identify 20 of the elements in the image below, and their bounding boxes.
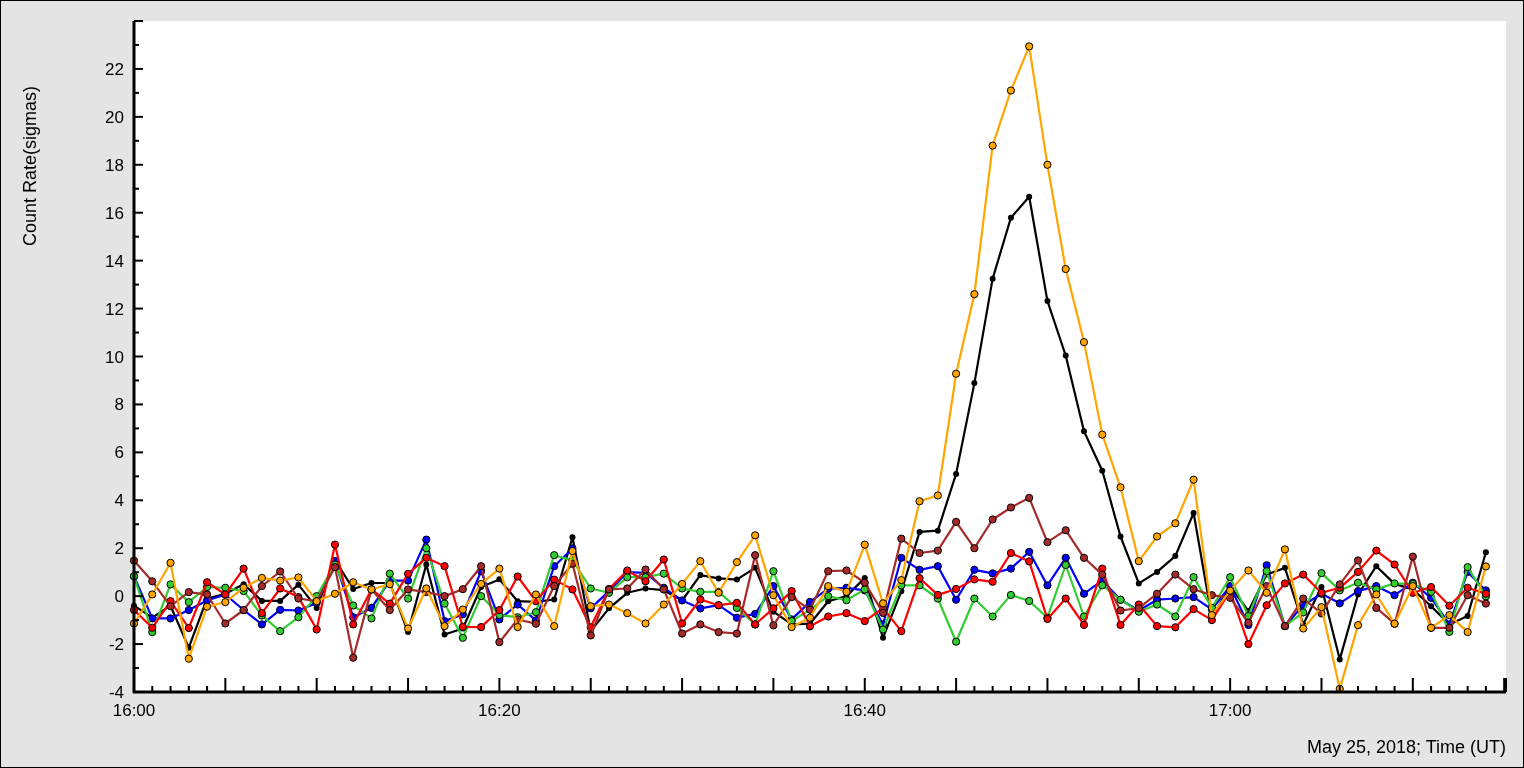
axis-tick-label: -2 — [108, 635, 124, 655]
axis-tick-label: 16:00 — [112, 701, 156, 720]
x-axis-title: May 25, 2018; Time (UT) — [1306, 737, 1506, 757]
axis-tick-label: 22 — [105, 59, 124, 79]
axis-tick-label: -4 — [108, 683, 124, 702]
axis-tick-label: 16:40 — [843, 701, 887, 720]
axis-tick-label: 18 — [105, 155, 124, 175]
axis-tick-label: 10 — [105, 347, 124, 367]
axis-tick-label: 0 — [114, 587, 124, 607]
y-axis-title: Count Rate(sigmas) — [20, 85, 40, 247]
axis-tick-label: 2 — [114, 539, 124, 559]
axis-tick-label: 20 — [105, 107, 124, 127]
axis-tick-label: 14 — [105, 251, 124, 271]
axis-tick-label: 8 — [114, 395, 124, 415]
axis-tick-label: 17:00 — [1208, 701, 1252, 720]
axis-tick-label: 16:20 — [478, 701, 521, 720]
axis-tick-label: 6 — [114, 443, 124, 463]
axis-tick-label: 4 — [114, 491, 124, 511]
axis-tick-label: 12 — [105, 299, 124, 319]
axis-tick-label: 16 — [105, 203, 124, 223]
